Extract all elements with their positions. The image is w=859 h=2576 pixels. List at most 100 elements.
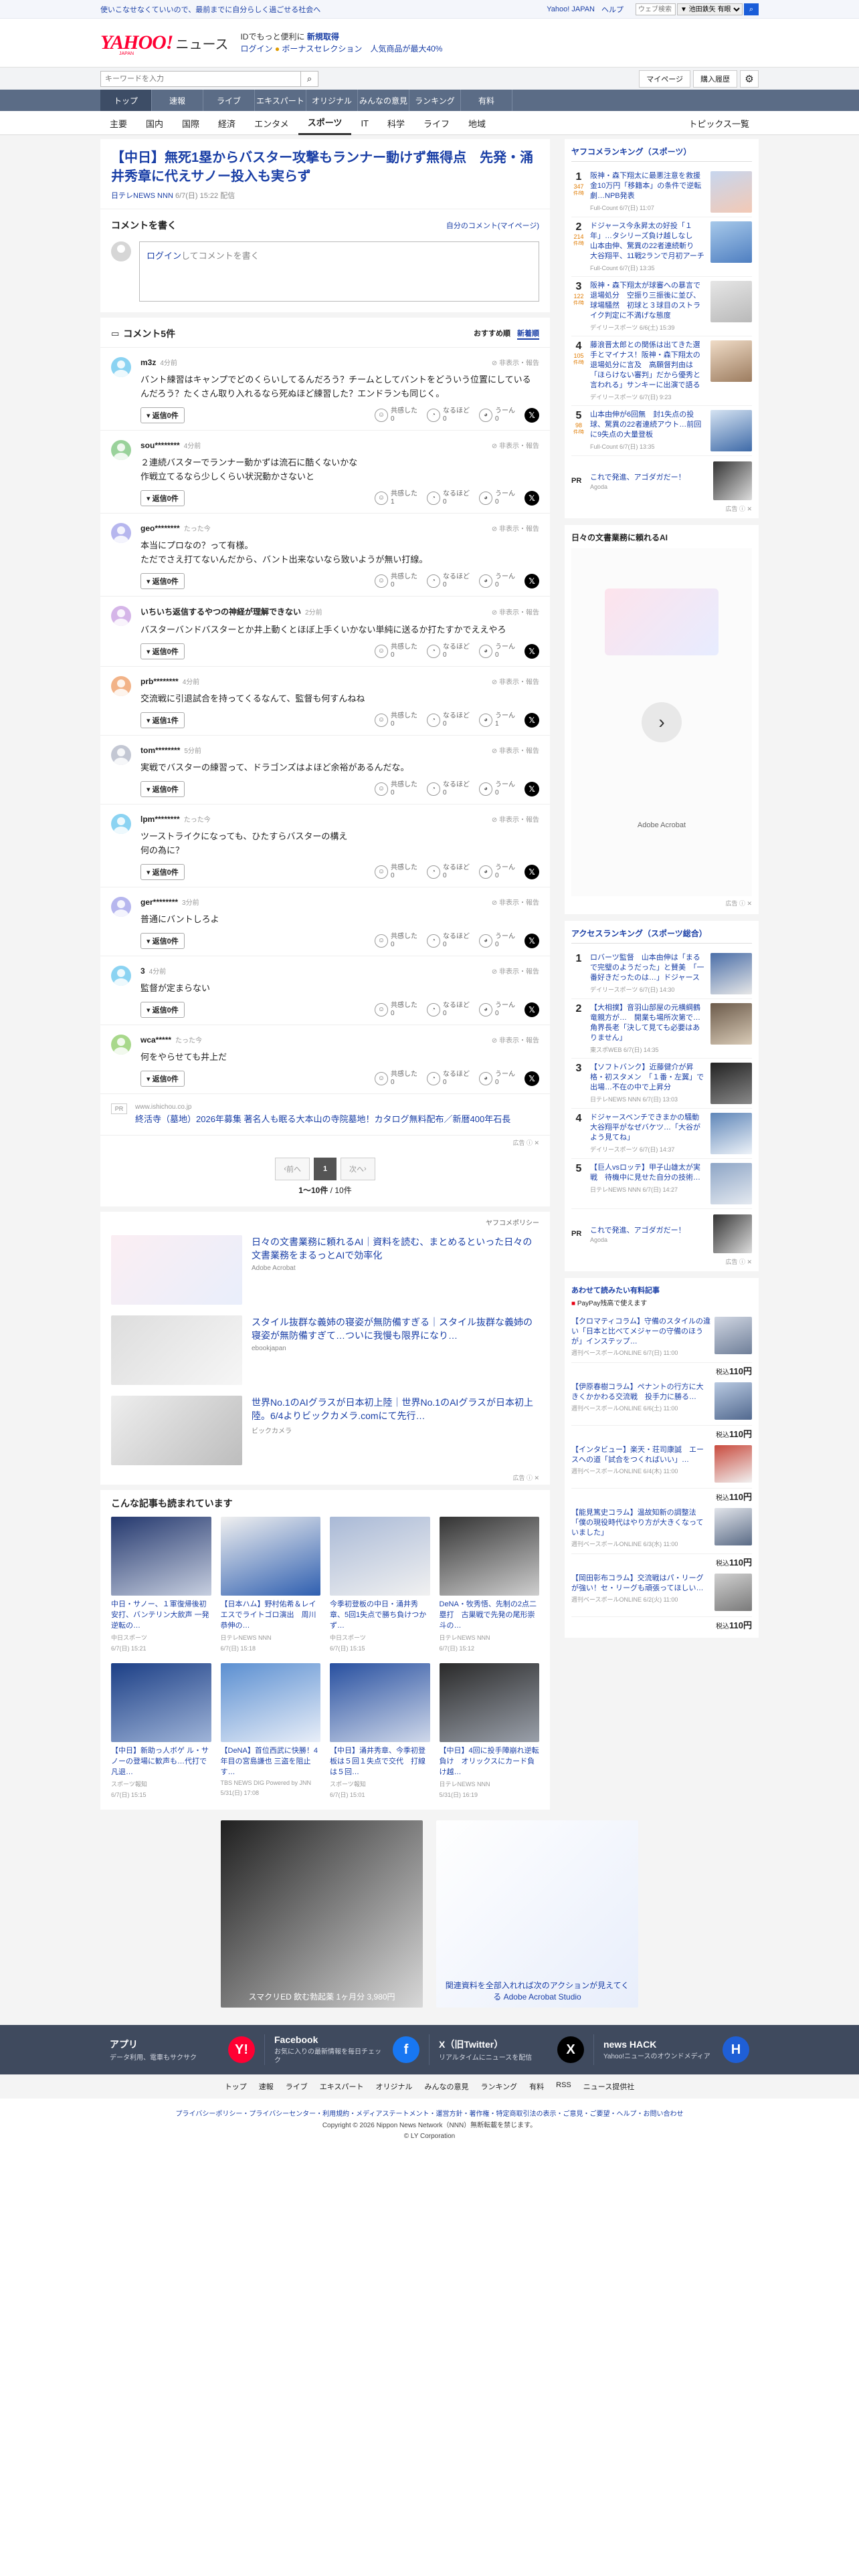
help-link[interactable]: ヘルプ [601,4,624,15]
comment-user[interactable]: m3z [140,358,156,367]
comment-user[interactable]: prb******** [140,677,179,686]
comment-user[interactable]: 3 [140,966,145,976]
ad-note[interactable]: 広告 ⓘ ✕ [100,1471,550,1485]
agree-button[interactable]: ☺ 共感した 0 [375,1002,417,1018]
hmm-button[interactable]: ◕ うーん 0 [479,490,515,506]
comment-user[interactable]: tom******** [140,746,180,755]
footer-nav-item[interactable]: ランキング [480,2081,517,2092]
hide-report-link[interactable]: ⊘ 非表示・報告 [492,676,539,686]
my-comments-link[interactable]: 自分のコメント(マイページ) [446,220,539,231]
footer-nav-item[interactable]: オリジナル [375,2081,412,2092]
ad-title[interactable]: 世界No.1のAIグラスが日本初上陸｜世界No.1のAIグラスが日本初上陸。6/… [252,1396,539,1422]
comment-textarea[interactable]: ログインしてコメントを書く [139,241,539,302]
paid-thumbnail[interactable] [714,1317,752,1354]
hmm-button[interactable]: ◕ うーん 0 [479,1002,515,1018]
category-tab-3[interactable]: エキスパート [255,90,306,111]
rank-title[interactable]: 藤浪晋太郎との関係は出てきた選手とマイナス！阪神・森下翔太の退場処分に言及 高願… [590,340,706,391]
agree-button[interactable]: ☺ 共感した 0 [375,407,417,423]
naruhodo-button[interactable]: ◔ なるほど 0 [427,407,470,423]
related-image[interactable] [220,1517,320,1596]
user-avatar[interactable] [111,606,131,626]
hmm-button[interactable]: ◕ うーん 0 [479,864,515,880]
rank-title[interactable]: ドジャース今永昇太の好投「１年」…タシリーズ負け越しなし 山本由伸、驚異の22者… [590,221,706,261]
comment-user[interactable]: wca***** [140,1035,171,1045]
paid-thumbnail[interactable] [714,1574,752,1611]
related-card[interactable]: 【日本ハム】野村佑希＆レイエスでライトゴロ演出 周川恭伸の… 日テレNEWS NN… [220,1517,320,1652]
app-link[interactable]: Facebook お気に入りの最新情報を毎日チェック f [265,2034,430,2065]
footer-nav-item[interactable]: RSS [556,2081,571,2092]
page-1-button[interactable]: 1 [314,1158,337,1180]
naruhodo-button[interactable]: ◔ なるほど 0 [427,573,470,589]
comment-user[interactable]: いちいち返信するやつの神経が理解できない [140,606,301,617]
next-icon[interactable]: › [642,702,682,742]
ad-note[interactable]: 広告 ⓘ ✕ [571,503,752,514]
ad-note[interactable]: 広告 ⓘ ✕ [571,896,752,907]
user-avatar[interactable] [111,897,131,917]
user-avatar[interactable] [111,357,131,377]
reply-toggle-button[interactable]: ▾ 返信0件 [140,933,185,949]
reply-toggle-button[interactable]: ▾ 返信0件 [140,1071,185,1087]
bonus-sale-link[interactable]: 人気商品が最大40% [370,44,442,53]
x-share-icon[interactable]: 𝕏 [524,644,539,659]
related-title-text[interactable]: 【中日】4回に投手陣崩れ逆転負け オリックスにカード負け越… [440,1745,540,1778]
x-share-icon[interactable]: 𝕏 [524,1071,539,1086]
pr-thumbnail[interactable] [713,1214,752,1253]
paid-article[interactable]: 【伊原春樹コラム】ペナントの行方に大きくかかわる交流戦 投手力に勝る… 週刊ベース… [571,1377,752,1440]
naruhodo-button[interactable]: ◔ なるほど 0 [427,712,470,728]
bottom-ad-banner[interactable]: 関連資料を全部入れれば次のアクションが見えてくる Adobe Acrobat S… [436,1820,638,2008]
comment-user[interactable]: sou******** [140,441,180,450]
agree-button[interactable]: ☺ 共感した 0 [375,933,417,949]
footer-nav-item[interactable]: 速報 [259,2081,274,2092]
x-share-icon[interactable]: 𝕏 [524,1002,539,1017]
agree-button[interactable]: ☺ 共感した 0 [375,643,417,659]
article-title[interactable]: 【中日】無死1塁からバスター攻撃もランナー動けず無得点 先発・涌井秀章に代えサノ… [111,148,539,186]
rank-title[interactable]: 阪神・森下翔太が球審への暴言で退場処分 空振り三振後に並び、球場騒然 初球と３球… [590,281,706,321]
related-image[interactable] [330,1663,430,1742]
naruhodo-button[interactable]: ◔ なるほど 0 [427,1002,470,1018]
app-link[interactable]: X（旧Twitter） リアルタイムにニュースを配信 X [430,2034,594,2065]
hide-report-link[interactable]: ⊘ 非表示・報告 [492,814,539,824]
related-image[interactable] [439,1663,539,1742]
rank-title[interactable]: ロバーツ監督 山本由伸は「まるで完璧のようだった」と賛美 「一番好きだったのは…… [590,953,706,983]
category-tab-5[interactable]: みんなの意見 [358,90,409,111]
next-page-button[interactable]: 次へ › [341,1158,375,1180]
related-card[interactable]: 今季初登板の中日・涌井秀章、5回1失点で勝ち負けつかず… 中日スポーツ 6/7(日)… [330,1517,430,1652]
ad-video[interactable]: › Adobe Acrobat [571,548,752,896]
comment-user[interactable]: geo******** [140,524,180,533]
related-card[interactable]: DeNA・牧秀悟、先制の2点二塁打 古巣戦で先発の尾形崇斗の… 日テレNEWS N… [439,1517,539,1652]
reply-toggle-button[interactable]: ▾ 返信0件 [140,643,185,659]
related-title-text[interactable]: 【中日】涌井秀章、今季初登板は５回１失点で交代 打線は５回… [330,1745,430,1778]
hmm-button[interactable]: ◕ うーん 0 [479,573,515,589]
rank-title[interactable]: 【ソフトバンク】近藤健介が昇格・初スタメン 「１番・左翼」で出場…不在の中で上昇… [590,1063,706,1093]
category-tab-4[interactable]: オリジナル [306,90,358,111]
x-share-icon[interactable]: 𝕏 [524,865,539,879]
paid-thumbnail[interactable] [714,1445,752,1483]
prev-page-button[interactable]: ‹ 前へ [275,1158,310,1180]
ad-image[interactable] [111,1396,242,1465]
user-avatar[interactable] [111,745,131,765]
reply-toggle-button[interactable]: ▾ 返信0件 [140,1002,185,1018]
naruhodo-button[interactable]: ◔ なるほど 0 [427,1071,470,1087]
hmm-button[interactable]: ◕ うーん 0 [479,407,515,423]
hmm-button[interactable]: ◕ うーん 0 [479,643,515,659]
ad-image[interactable] [111,1235,242,1305]
user-avatar[interactable] [111,814,131,834]
mypage-button[interactable]: マイページ [639,70,690,88]
ranking-item[interactable]: 3 122 件/時 阪神・森下翔太が球審への暴言で退場処分 空振り三振後に並び、球場騒… [571,277,752,336]
bottom-ad-banner[interactable]: スマクリED 飲む勃起薬 1ヶ月分 3,980円 [221,1820,423,2008]
user-avatar[interactable] [111,676,131,696]
pr-item[interactable]: PR これで発進、アゴダガだー！ Agoda [571,1209,752,1256]
pr-title[interactable]: これで発進、アゴダガだー！ [590,471,713,482]
reply-toggle-button[interactable]: ▾ 返信0件 [140,864,185,880]
paid-title[interactable]: 【能見篤史コラム】温故知新の調整法「僕の現役時代はやり方が大きくなっていました」 [571,1508,710,1538]
ranking-item[interactable]: 5 98 件/時 山本由伸が6回無 封1失点の投球、驚異の22者連続アウト…前回に9失… [571,406,752,456]
category-tab-1[interactable]: 速報 [152,90,203,111]
app-link[interactable]: アプリ データ利用、電車もサクサク Y! [100,2034,265,2065]
article-source[interactable]: 日テレNEWS NNN [111,192,173,200]
paid-article[interactable]: 【クロマティコラム】守備のスタイルの違い「日本と比べてメジャーの守備のほうが」イ… [571,1311,752,1377]
login-link[interactable]: ログイン [240,44,272,53]
topic-tab-0[interactable]: 主要 [100,111,136,135]
topic-tab-6[interactable]: IT [351,111,378,135]
gear-icon[interactable]: ⚙ [740,70,759,88]
hide-report-link[interactable]: ⊘ 非表示・報告 [492,897,539,907]
